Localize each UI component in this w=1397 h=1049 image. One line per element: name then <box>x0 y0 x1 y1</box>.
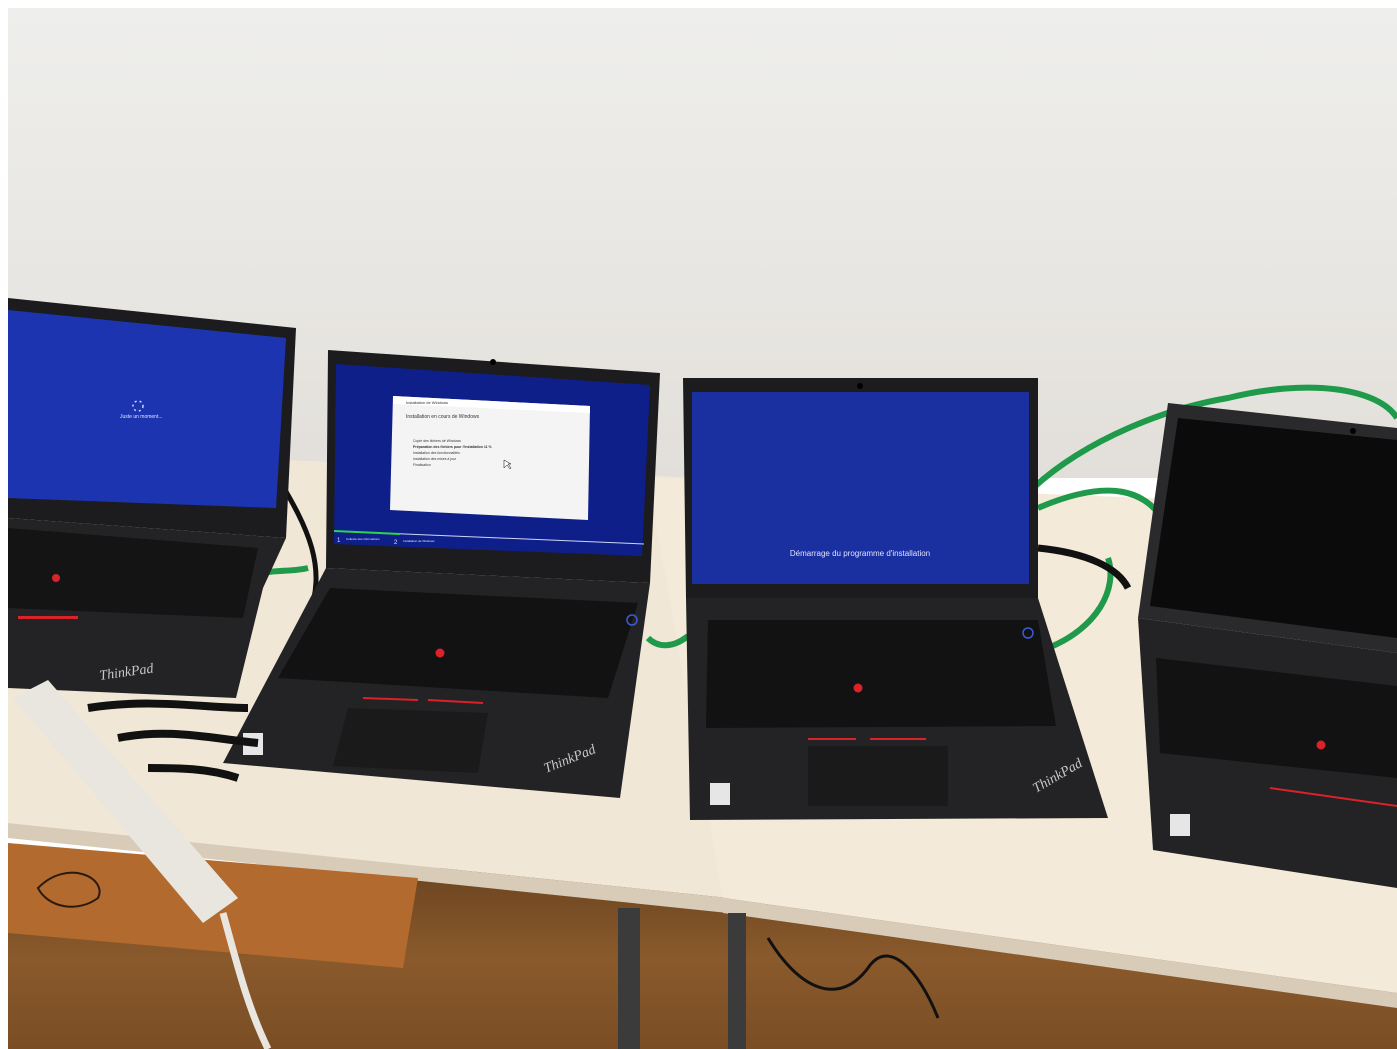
floor-cable <box>766 937 940 1019</box>
laptop-1-trackpad-buttons <box>18 616 78 619</box>
setup-dialog: Installation de Windows Installation en … <box>390 396 590 520</box>
setup-dialog-title: Installation de Windows <box>406 400 448 405</box>
laptop-1-screen <box>8 310 286 508</box>
laptop-4-screen <box>1150 418 1397 638</box>
laptop-4-webcam <box>1350 428 1356 434</box>
photo-scene: Juste un moment... ThinkPad Installation… <box>8 8 1397 1049</box>
laptop-3-intel-sticker <box>710 783 730 805</box>
setup-progress-step-2-label: Installation de Windows <box>403 539 435 543</box>
setup-step-1: Copie des fichiers de Windows <box>413 439 461 443</box>
setup-progress-step-1-label: Collecte des informations <box>346 537 380 541</box>
laptop-2-trackpad <box>333 708 488 773</box>
setup-step-5: Finalisation <box>413 463 431 467</box>
scene-drawing: Juste un moment... ThinkPad Installation… <box>8 298 1397 1049</box>
laptop-3-webcam <box>857 383 863 389</box>
laptop-4-trackpoint <box>1316 740 1326 750</box>
plug-cable-1 <box>87 699 249 712</box>
laptop-4 <box>1138 403 1397 888</box>
setup-step-3: Installation des fonctionnalités <box>413 451 460 455</box>
setup-step-4: Installation des mises à jour <box>413 457 457 461</box>
setup-dialog-heading: Installation en cours de Windows <box>406 414 480 420</box>
laptop-3-keyboard <box>706 620 1056 728</box>
laptop-2-webcam <box>490 359 496 365</box>
desk-leg-2 <box>728 913 746 1049</box>
laptop-2-trackpoint <box>435 648 445 658</box>
laptop-4-intel-sticker <box>1170 814 1190 836</box>
laptop-1-screen-text: Juste un moment... <box>120 414 163 420</box>
desk-leg <box>618 908 640 1049</box>
setup-step-2: Préparation des fichiers pour l'installa… <box>413 445 493 449</box>
laptop-1-trackpoint <box>52 574 60 582</box>
laptop-3-screen-text: Démarrage du programme d'installation <box>790 549 930 558</box>
laptop-3-trackpad <box>808 746 948 806</box>
laptop-3-trackpoint <box>853 683 863 693</box>
